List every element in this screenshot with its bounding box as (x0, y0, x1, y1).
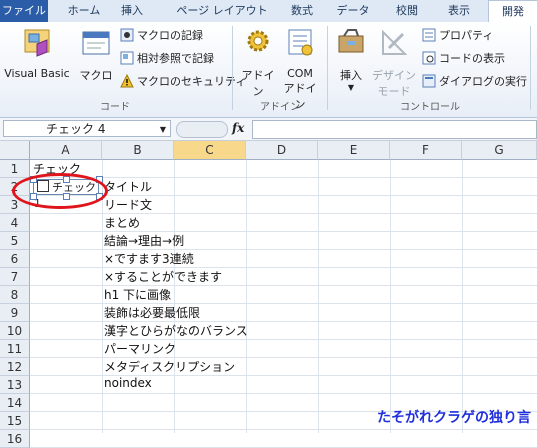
addin-button[interactable]: アドイン (238, 26, 278, 99)
macro-icon (82, 31, 110, 55)
chevron-down-icon: ▼ (347, 83, 355, 92)
row-header[interactable]: 4 (0, 214, 30, 232)
macro-button[interactable]: マクロ (76, 26, 116, 83)
group-separator (530, 26, 531, 110)
tab-view[interactable]: 表示 (440, 0, 478, 22)
record-macro-icon (120, 28, 134, 42)
row-header[interactable]: 13 (0, 376, 30, 394)
formula-bar: チェック 4 ▼ fx (0, 118, 537, 141)
group-separator (232, 26, 233, 110)
run-dialog-button[interactable]: ダイアログの実行 (422, 73, 527, 91)
column-header-c[interactable]: C (174, 141, 246, 160)
properties-label: プロパティ (439, 29, 494, 42)
red-highlight-circle (12, 173, 108, 209)
visual-basic-label: Visual Basic (4, 67, 70, 80)
properties-icon (422, 28, 436, 42)
watermark-text: たそがれクラゲの独り言 (377, 410, 531, 426)
tab-review[interactable]: 校閲 (388, 0, 426, 22)
row-header[interactable]: 10 (0, 322, 30, 340)
cell-b3[interactable]: リード文 (104, 196, 152, 213)
addin-group-label: アドイン (260, 102, 300, 113)
column-header-d[interactable]: D (246, 141, 318, 160)
relative-reference-icon (120, 51, 134, 65)
ribbon: Visual Basic マクロ マクロの記録 相対参照で記録 マクロのセキュリ… (0, 22, 537, 118)
ribbon-tab-bar: ファイル ホーム 挿入 ページ レイアウト 数式 データ 校閲 表示 開発 (0, 0, 537, 23)
cell-b9[interactable]: 装飾は必要最低限 (104, 304, 200, 321)
relative-reference-label: 相対参照で記録 (137, 52, 214, 65)
design-mode-button[interactable]: デザイン モード (372, 26, 416, 99)
cell-b10[interactable]: 漢字とひらがなのバランス (104, 322, 248, 339)
code-group-label: コード (100, 102, 130, 113)
run-dialog-label: ダイアログの実行 (439, 75, 527, 88)
insert-control-button[interactable]: 挿入 ▼ (331, 26, 371, 92)
row-header[interactable]: 11 (0, 340, 30, 358)
gear-icon (247, 30, 269, 52)
worksheet-grid[interactable]: A B C D E F G 1 2 3 4 5 6 7 8 9 10 11 12 13 14 15 16 チェ… (0, 141, 537, 448)
row-header[interactable]: 7 (0, 268, 30, 286)
relative-reference-button[interactable]: 相対参照で記録 (120, 50, 214, 68)
cell-b8[interactable]: h1 下に画像 (104, 286, 171, 303)
cell-b7[interactable]: ×することができます (104, 268, 222, 285)
group-separator (327, 26, 328, 110)
row-header[interactable]: 9 (0, 304, 30, 322)
column-header-g[interactable]: G (462, 141, 537, 160)
column-header-a[interactable]: A (30, 141, 102, 160)
visual-basic-icon (24, 29, 50, 57)
cell-b4[interactable]: まとめ (104, 214, 140, 231)
view-code-label: コードの表示 (439, 52, 505, 65)
toolbox-icon (338, 29, 364, 53)
grid-row (30, 160, 537, 178)
macro-security-button[interactable]: マクロのセキュリティ (120, 73, 246, 91)
macro-label: マクロ (79, 69, 113, 82)
cell-b11[interactable]: パーマリンク (104, 340, 176, 357)
row-header[interactable]: 15 (0, 412, 30, 430)
formula-input[interactable] (252, 120, 537, 139)
com-addin-icon (288, 29, 313, 56)
record-macro-button[interactable]: マクロの記録 (120, 27, 203, 45)
row-header[interactable]: 12 (0, 358, 30, 376)
formula-bar-splitter[interactable] (176, 121, 228, 138)
row-header[interactable]: 5 (0, 232, 30, 250)
run-dialog-icon (422, 74, 436, 88)
design-mode-label-2: モード (377, 85, 411, 98)
tab-data[interactable]: データ (332, 0, 374, 22)
controls-group-label: コントロール (400, 102, 460, 113)
warning-icon (120, 74, 134, 88)
insert-control-label: 挿入 (340, 69, 362, 82)
name-box-value: チェック 4 (46, 122, 106, 136)
design-mode-icon (382, 29, 408, 55)
row-header[interactable]: 8 (0, 286, 30, 304)
column-header-f[interactable]: F (390, 141, 462, 160)
cell-b13[interactable]: noindex (104, 376, 152, 390)
cell-b6[interactable]: ×ですます3連続 (104, 250, 194, 267)
addin-label: アドイン (241, 69, 275, 98)
row-header[interactable]: 6 (0, 250, 30, 268)
tab-developer[interactable]: 開発 (488, 0, 537, 23)
insert-function-icon[interactable]: fx (232, 121, 244, 135)
row-header[interactable]: 14 (0, 394, 30, 412)
row-header[interactable]: 1 (0, 160, 30, 178)
properties-button[interactable]: プロパティ (422, 27, 493, 45)
column-header-b[interactable]: B (102, 141, 174, 160)
record-macro-label: マクロの記録 (137, 29, 203, 42)
view-code-icon (422, 51, 436, 65)
design-mode-label-1: デザイン (372, 69, 416, 82)
visual-basic-button[interactable]: Visual Basic (2, 26, 72, 80)
tab-page-layout[interactable]: ページ レイアウト (170, 0, 274, 22)
chevron-down-icon[interactable]: ▼ (160, 121, 166, 138)
cell-b5[interactable]: 結論→理由→例 (104, 232, 184, 249)
tab-formulas[interactable]: 数式 (282, 0, 322, 22)
name-box[interactable]: チェック 4 ▼ (3, 120, 171, 137)
tab-home[interactable]: ホーム (60, 0, 108, 22)
tab-insert[interactable]: 挿入 (112, 0, 152, 22)
tab-file[interactable]: ファイル (0, 0, 48, 22)
com-addin-label-1: COM (287, 67, 313, 80)
cell-b12[interactable]: メタディスクリプション (104, 358, 235, 375)
cell-b2[interactable]: タイトル (104, 178, 152, 195)
view-code-button[interactable]: コードの表示 (422, 50, 505, 68)
select-all-corner[interactable] (0, 141, 30, 160)
column-header-e[interactable]: E (318, 141, 390, 160)
macro-security-label: マクロのセキュリティ (137, 75, 247, 88)
